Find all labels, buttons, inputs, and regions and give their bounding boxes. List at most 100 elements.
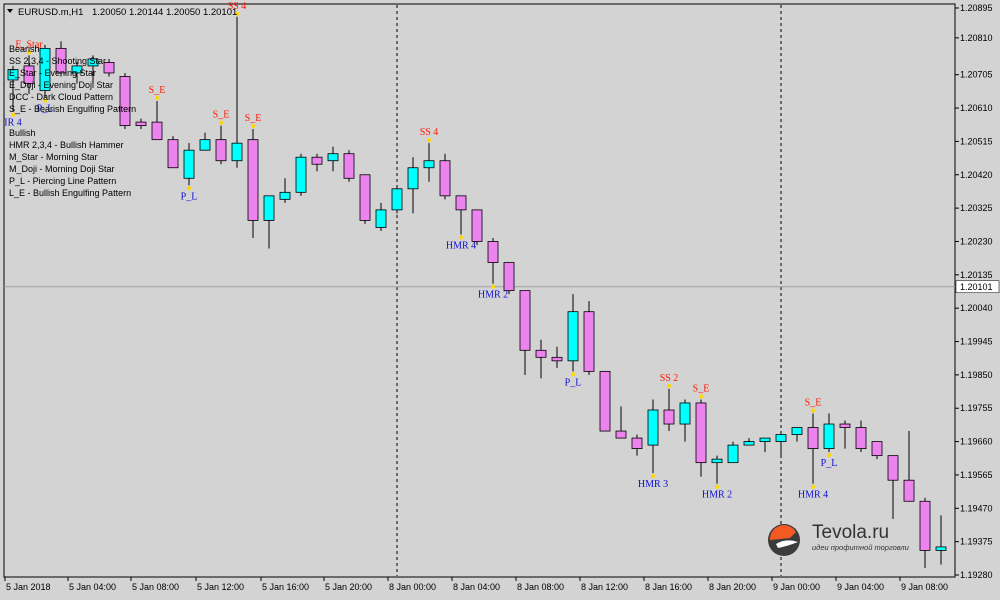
y-tick-label: 1.19565 [960, 470, 993, 480]
pattern-dot [811, 408, 815, 413]
candle-body [599, 370, 611, 432]
x-tick-label: 9 Jan 00:00 [773, 582, 820, 592]
x-tick-label: 5 Jan 2018 [6, 582, 51, 592]
candle [887, 455, 899, 519]
candle [231, 16, 243, 168]
candle [567, 294, 579, 372]
x-tick-label: 8 Jan 04:00 [453, 582, 500, 592]
candle-body [391, 188, 403, 211]
candle-body [423, 160, 435, 169]
pattern-label: P_L [565, 377, 582, 388]
y-tick-label: 1.19375 [960, 537, 993, 547]
candle [631, 434, 643, 456]
pattern-dot [219, 120, 223, 125]
legend-line: L_E - Bullish Engulfing Pattern [9, 188, 131, 198]
candle [215, 125, 227, 165]
candle-body [551, 356, 563, 362]
candle-body [855, 427, 867, 450]
candle-body [119, 76, 131, 127]
pattern-label: S_E [213, 110, 230, 121]
pattern-marker: HMR 2 [702, 484, 732, 501]
pattern-label: P_L [821, 458, 838, 469]
candle [791, 427, 803, 442]
pattern-marker: SS 4 [420, 127, 438, 143]
candle [519, 290, 531, 375]
pattern-label: IR 4 [4, 118, 22, 129]
pattern-dot [427, 138, 431, 143]
y-tick-label: 1.19850 [960, 370, 993, 380]
candle [663, 388, 675, 432]
candle [375, 202, 387, 231]
candle [135, 118, 147, 130]
legend-line: P_L - Piercing Line Pattern [9, 176, 116, 186]
pattern-dot [571, 372, 575, 377]
legend-line: S_E - Bearish Engulfing Pattern [9, 104, 136, 114]
y-tick-label: 1.20135 [960, 270, 993, 280]
candle [823, 413, 835, 453]
y-tick-label: 1.20610 [960, 103, 993, 113]
x-tick-label: 9 Jan 08:00 [901, 582, 948, 592]
candle [407, 157, 419, 214]
pattern-marker: S_E [149, 85, 165, 101]
legend-line: DCC - Dark Cloud Pattern [9, 92, 113, 102]
candle [487, 237, 499, 284]
candle-body [695, 402, 707, 464]
y-tick-label: 1.19470 [960, 503, 993, 513]
y-tick-label: 1.20230 [960, 236, 993, 246]
pattern-dot [811, 484, 815, 489]
candle [151, 101, 163, 141]
pattern-dot [699, 394, 703, 399]
pattern-marker: P_L [181, 186, 197, 202]
price-chart[interactable]: S_ESS 4S_E S_EP_LSS 4HMR 4HMR 2P_L SS 2S_E… [0, 0, 1000, 600]
candle-body [663, 409, 675, 425]
candle-body [215, 139, 227, 162]
candle [583, 301, 595, 375]
candle-body [503, 262, 515, 292]
candle-body [743, 441, 755, 446]
candle-body [631, 437, 643, 450]
candle-body [519, 290, 531, 351]
pattern-legend: Bearish SS 2,3,4 - Shooting Star E_Star - … [9, 44, 136, 198]
pattern-marker: HMR 4 [798, 484, 828, 501]
chart-window: S_E SS 4 S_E S_E P_L SS 4 HMR 4 HMR 2 P_L SS 2 S_E… [0, 0, 1000, 600]
x-tick-label: 5 Jan 16:00 [262, 582, 309, 592]
candle-body [359, 174, 371, 221]
candle [279, 178, 291, 203]
pattern-marker: S_E [693, 383, 710, 399]
candle [247, 129, 259, 238]
y-tick-label: 1.19280 [960, 570, 993, 580]
pattern-dot [251, 124, 255, 129]
y-tick-label: 1.20420 [960, 170, 993, 180]
pattern-marker: S_E [245, 113, 261, 129]
candle [183, 143, 195, 186]
candle [679, 399, 691, 442]
x-tick-label: 8 Jan 00:00 [389, 582, 436, 592]
candle [647, 399, 659, 474]
candle [343, 150, 355, 182]
y-tick-label: 1.20810 [960, 33, 993, 43]
candle [119, 72, 131, 130]
candle [391, 185, 403, 214]
pattern-label: HMR 4 [798, 490, 828, 501]
y-tick-label: 1.19660 [960, 437, 993, 447]
y-tick-label: 1.20325 [960, 203, 993, 213]
candle [615, 406, 627, 439]
y-tick-label: 1.20040 [960, 303, 993, 313]
candle [263, 195, 275, 249]
candle-body [583, 311, 595, 372]
pattern-dot [667, 383, 671, 388]
candle [759, 437, 771, 453]
current-price-label: 1.20101 [960, 282, 993, 292]
candle [295, 153, 307, 196]
legend-line: Bullish [9, 128, 36, 138]
tevola-logo [768, 524, 800, 556]
candle [775, 434, 787, 456]
candle-body [647, 409, 659, 446]
y-tick-label: 1.19755 [960, 403, 993, 413]
pattern-marker: IR 4 [4, 112, 22, 129]
pattern-label: HMR 3 [638, 479, 668, 490]
candle [727, 441, 739, 464]
pattern-label: S_E [693, 383, 710, 394]
triangle-down-icon[interactable] [7, 9, 13, 13]
candle-body [151, 121, 163, 141]
